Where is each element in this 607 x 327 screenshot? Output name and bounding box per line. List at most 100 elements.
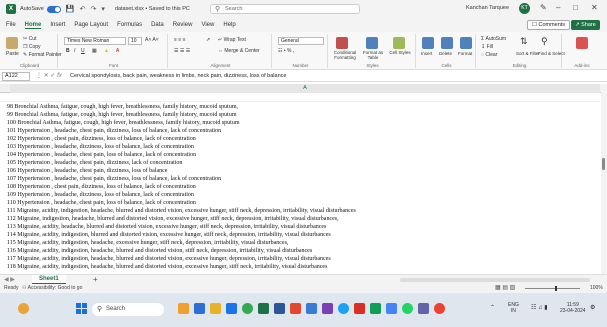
merge-center-button[interactable]: ⇔ Merge & Center bbox=[218, 48, 260, 54]
menu-view[interactable]: View bbox=[201, 22, 214, 28]
notification-icon[interactable]: ⚙ bbox=[590, 304, 595, 311]
menu-page-layout[interactable]: Page Layout bbox=[74, 22, 108, 28]
delete-cells-icon[interactable] bbox=[441, 37, 453, 49]
close-icon[interactable]: ✕ bbox=[591, 3, 598, 12]
app-icon-1[interactable] bbox=[178, 303, 189, 314]
conditional-formatting-icon[interactable] bbox=[336, 37, 348, 49]
cell-grid[interactable]: 98 Bronchial Asthma, fatigue, cough, hig… bbox=[0, 94, 607, 272]
paste-icon[interactable] bbox=[6, 37, 18, 49]
align-left-icon[interactable]: ☰ ☰ ☰ bbox=[174, 48, 190, 54]
save-icon[interactable]: 💾 bbox=[66, 5, 75, 13]
app-icon-5[interactable] bbox=[322, 303, 333, 314]
vertical-scrollbar[interactable] bbox=[601, 84, 607, 274]
redo-icon[interactable]: ↷ bbox=[90, 5, 96, 13]
name-box[interactable]: A122 bbox=[2, 72, 30, 81]
cut-button[interactable]: ✂ Cut bbox=[23, 36, 36, 42]
underline-icon[interactable]: U bbox=[81, 48, 85, 54]
insert-cells-label[interactable]: Insert bbox=[421, 51, 432, 56]
fx-icon[interactable]: ⋮ ✕ ✓ fx bbox=[36, 72, 62, 79]
wifi-volume-battery-icons[interactable]: ☷ ♫ ▮ bbox=[531, 304, 548, 311]
clear-button[interactable]: ◌ Clear bbox=[481, 52, 497, 58]
pen-icon[interactable]: ✎ bbox=[540, 3, 547, 12]
column-header-a[interactable]: A bbox=[10, 84, 600, 93]
wrap-text-button[interactable]: ↵ Wrap Text bbox=[218, 37, 246, 43]
app-icon-7[interactable] bbox=[354, 303, 365, 314]
orientation-icon[interactable]: ⇗ bbox=[206, 37, 210, 43]
paste-button[interactable]: Paste bbox=[6, 51, 19, 57]
find-select-label[interactable]: Find & Select bbox=[538, 51, 565, 56]
border-icon[interactable]: ▦ bbox=[92, 48, 97, 54]
chrome-icon[interactable] bbox=[242, 303, 253, 314]
word-taskbar-icon[interactable] bbox=[274, 303, 285, 314]
avatar[interactable]: KT bbox=[519, 3, 530, 14]
number-format-select[interactable]: General bbox=[278, 37, 324, 45]
maximize-icon[interactable]: □ bbox=[573, 3, 578, 12]
fill-color-icon[interactable]: ▲ bbox=[104, 48, 109, 54]
search-box[interactable]: ⚲ Search bbox=[210, 4, 360, 14]
font-color-icon[interactable]: A bbox=[116, 48, 119, 54]
file-explorer-icon[interactable] bbox=[210, 303, 221, 314]
delete-cells-label[interactable]: Delete bbox=[439, 51, 452, 56]
tray-chevron-icon[interactable]: ⌃ bbox=[490, 304, 495, 311]
menu-review[interactable]: Review bbox=[173, 22, 193, 28]
taskbar-search[interactable]: ⚲ Search bbox=[92, 303, 164, 316]
zoom-knob[interactable] bbox=[555, 286, 557, 291]
sort-filter-icon[interactable]: ⇅ bbox=[520, 36, 528, 47]
sort-filter-label[interactable]: Sort & Filter bbox=[516, 51, 540, 56]
menu-home[interactable]: Home bbox=[24, 22, 42, 29]
edge-icon[interactable] bbox=[226, 303, 237, 314]
app-icon-4[interactable] bbox=[306, 303, 317, 314]
app-icon-11[interactable] bbox=[418, 303, 429, 314]
app-icon-6[interactable] bbox=[338, 303, 349, 314]
cell-styles-icon[interactable] bbox=[393, 37, 405, 49]
fill-button[interactable]: ↧ Fill bbox=[481, 44, 493, 50]
share-button[interactable]: ↗ Share bbox=[571, 20, 600, 30]
excel-taskbar-icon[interactable] bbox=[258, 303, 269, 314]
comments-button[interactable]: ☐ Comments bbox=[527, 20, 571, 30]
add-sheet-icon[interactable]: + bbox=[93, 275, 98, 284]
language-indicator[interactable]: ENG IN bbox=[508, 302, 519, 314]
cell-styles-label[interactable]: Cell Styles bbox=[388, 50, 412, 55]
weather-icon[interactable] bbox=[18, 303, 29, 314]
zoom-slider[interactable] bbox=[525, 288, 580, 289]
menu-help[interactable]: Help bbox=[223, 22, 235, 28]
menu-insert[interactable]: Insert bbox=[50, 22, 65, 28]
format-cells-label[interactable]: Format bbox=[458, 51, 472, 56]
formula-input[interactable]: Cervical spondylosis, back pain, weaknes… bbox=[70, 73, 286, 79]
start-icon[interactable] bbox=[76, 303, 87, 314]
horizontal-scrollbar[interactable] bbox=[400, 278, 590, 282]
clock[interactable]: 11:59 23-04-2024 bbox=[560, 302, 586, 314]
app-icon-10[interactable] bbox=[402, 303, 413, 314]
view-mode-icons[interactable]: ▦ ▤ ▧ bbox=[495, 284, 515, 293]
font-grow-icon[interactable]: A˄ A˅ bbox=[145, 37, 159, 43]
align-top-icon[interactable]: ≡ ≡ ≡ bbox=[174, 37, 186, 43]
italic-icon[interactable]: I bbox=[74, 48, 75, 54]
app-icon-8[interactable] bbox=[370, 303, 381, 314]
accessibility-status[interactable]: ⚇ Accessibility: Good to go bbox=[22, 284, 82, 293]
addins-icon[interactable] bbox=[576, 37, 588, 49]
autosave-toggle[interactable] bbox=[46, 5, 61, 13]
menu-file[interactable]: File bbox=[6, 22, 16, 28]
format-painter-button[interactable]: ✎ Format Painter bbox=[23, 52, 62, 58]
menu-formulas[interactable]: Formulas bbox=[117, 22, 142, 28]
font-family-select[interactable]: Times New Roman bbox=[64, 37, 126, 45]
scrollbar-thumb[interactable] bbox=[602, 158, 605, 170]
format-table-icon[interactable] bbox=[366, 37, 378, 49]
menu-data[interactable]: Data bbox=[151, 22, 164, 28]
format-cells-icon[interactable] bbox=[460, 37, 472, 49]
conditional-formatting-label[interactable]: Conditional Formatting bbox=[330, 50, 360, 60]
app-icon-3[interactable] bbox=[290, 303, 301, 314]
undo-icon[interactable]: ↶ bbox=[80, 5, 86, 13]
app-icon-2[interactable] bbox=[194, 303, 205, 314]
format-table-label[interactable]: Format as Table bbox=[361, 50, 385, 60]
zoom-level[interactable]: 100% bbox=[590, 284, 603, 293]
app-icon-9[interactable] bbox=[386, 303, 397, 314]
autosum-button[interactable]: Σ AutoSum bbox=[481, 36, 506, 42]
minimize-icon[interactable]: – bbox=[556, 3, 560, 12]
insert-cells-icon[interactable] bbox=[422, 37, 434, 49]
table-row[interactable]: 118 Migraine, acidity, indigestion, head… bbox=[7, 263, 327, 272]
app-icon-12[interactable] bbox=[434, 303, 445, 314]
currency-icon[interactable]: ☷ • % , bbox=[278, 48, 294, 54]
bold-icon[interactable]: B bbox=[66, 48, 70, 54]
customize-qat-icon[interactable]: ▾ bbox=[101, 5, 105, 13]
